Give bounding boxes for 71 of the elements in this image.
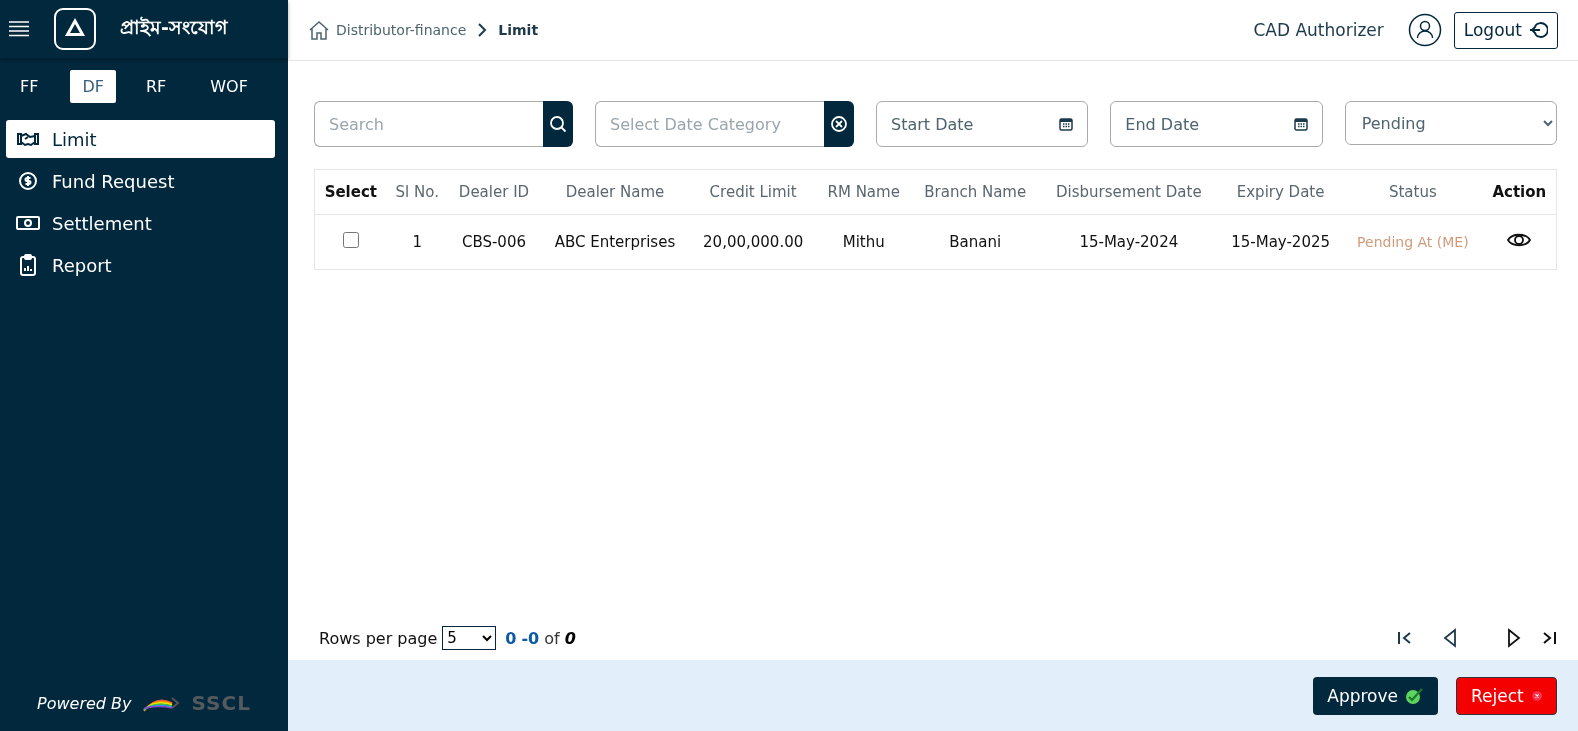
table-cell: ABC Enterprises [540,214,690,270]
triangle-left-icon [1443,628,1457,648]
table-cell: Mithu [816,214,911,270]
end-date-field[interactable]: End Date [1110,101,1323,147]
powered-by-label: Powered By [37,693,132,713]
sidebar-item[interactable]: Report [6,246,275,284]
approve-button[interactable]: Approve [1313,676,1438,715]
previous-page-button[interactable] [1443,628,1457,648]
sidebar-item[interactable]: Settlement [6,204,275,242]
column-header: Expiry Date [1218,169,1344,215]
table-cell: 20,00,000.00 [689,214,817,270]
table-cell: CBS-006 [447,214,541,270]
next-page-button[interactable] [1507,628,1521,648]
table-cell: 15-May-2024 [1039,214,1219,270]
home-icon[interactable] [308,19,330,41]
logo-icon [54,8,96,50]
column-header: Select [314,169,387,215]
column-header: Branch Name [911,169,1040,215]
column-header: Credit Limit [689,169,817,215]
clear-icon [830,115,848,133]
menu-icon[interactable] [8,20,30,38]
logo-text: SSCL [191,691,251,715]
brand-name: প্রাইম-সংযোগ [120,15,227,40]
table-cell: 15-May-2025 [1218,214,1344,270]
first-page-button[interactable] [1397,630,1413,646]
sidebar-item[interactable]: Fund Request [6,162,275,200]
breadcrumb-link[interactable]: Distributor-finance [336,22,467,38]
table-cell: 1 [386,214,448,270]
rows-per-page-label: Rows per page [319,628,438,648]
column-header: Sl No. [386,169,448,215]
total-count: 0 [564,628,576,648]
calendar-icon [1059,117,1074,131]
clear-button[interactable] [824,101,854,147]
column-header: Status [1343,169,1483,215]
first-page-icon [1397,630,1413,646]
breadcrumb-link[interactable]: Limit [498,22,539,38]
status-text: Pending At (ME) [1357,234,1469,250]
column-header: Dealer ID [447,169,541,215]
range-end: -0 [521,628,540,648]
module-tab[interactable]: RF [133,70,179,103]
calendar-icon [1293,117,1308,131]
sidebar-item[interactable]: Limit [6,120,275,158]
status-dropdown[interactable]: Pending [1344,101,1557,145]
check-icon [1404,686,1424,705]
table-cell: Banani [911,214,1040,270]
logout-button[interactable]: Logout [1453,11,1558,49]
user-role: CAD Authorizer [1253,20,1384,40]
row-checkbox[interactable] [342,232,359,248]
column-header: Dealer Name [540,169,690,215]
of-label: of [544,628,560,648]
module-tab[interactable]: WOF [198,70,260,103]
last-page-icon [1541,630,1557,646]
module-tab[interactable]: DF [70,70,116,103]
module-tab[interactable]: FF [8,70,51,103]
triangle-right-icon [1507,628,1521,648]
search-button[interactable] [543,101,573,147]
logout-icon [1528,20,1548,40]
eye-icon[interactable] [1507,231,1532,249]
user-avatar-icon[interactable] [1407,13,1442,47]
range-start: 0 [505,628,517,648]
search-icon [549,115,567,133]
column-header: Action [1482,169,1557,215]
reject-button[interactable]: Reject [1456,676,1557,715]
column-header: Disbursement Date [1039,169,1219,215]
start-date-field[interactable]: Start Date [876,101,1089,147]
search-field[interactable]: Search [314,101,543,147]
dollar-circle-icon [16,170,40,192]
column-header: RM Name [816,169,911,215]
date-category-field[interactable]: Select Date Category [595,101,824,147]
rows-per-page-dropdown[interactable]: 5 [442,626,497,650]
last-page-button[interactable] [1541,630,1557,646]
